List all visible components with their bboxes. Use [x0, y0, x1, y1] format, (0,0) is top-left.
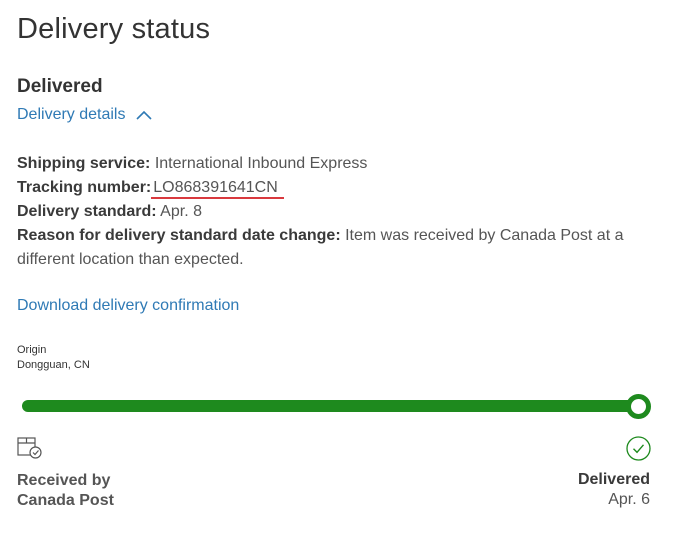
- chevron-up-icon: [136, 110, 153, 120]
- shipping-service-value: International Inbound Express: [154, 155, 368, 172]
- received-by-label: Received by Canada Post: [17, 472, 114, 509]
- reason-label: Reason for delivery standard date change…: [17, 227, 341, 244]
- delivery-details-panel: Shipping service: International Inbound …: [17, 152, 657, 272]
- delivery-details-toggle[interactable]: Delivery details: [17, 106, 153, 124]
- origin-value: Dongguan, CN: [17, 359, 90, 371]
- delivery-details-toggle-label: Delivery details: [17, 106, 126, 123]
- download-delivery-confirmation-link[interactable]: Download delivery confirmation: [17, 297, 239, 315]
- reason-row: Reason for delivery standard date change…: [17, 224, 657, 272]
- package-received-icon: [17, 437, 42, 459]
- progress-bar: [22, 400, 636, 412]
- tracking-number-value[interactable]: LO868391641CN: [151, 178, 284, 199]
- shipping-service-label: Shipping service:: [17, 155, 151, 172]
- delivered-label: Delivered: [577, 471, 650, 488]
- origin-label: Origin: [17, 344, 47, 356]
- delivery-standard-label: Delivery standard:: [17, 203, 157, 220]
- shipping-service-row: Shipping service: International Inbound …: [17, 152, 657, 176]
- progress-end-marker: [626, 394, 651, 419]
- tracking-number-row: Tracking number: LO868391641CN: [17, 176, 657, 200]
- delivered-date: Apr. 6: [608, 491, 650, 508]
- delivery-standard-value: Apr. 8: [160, 203, 202, 220]
- delivery-standard-row: Delivery standard: Apr. 8: [17, 200, 657, 224]
- status-heading: Delivered: [17, 76, 103, 97]
- check-circle-icon: [626, 436, 651, 461]
- tracking-number-label: Tracking number:: [17, 179, 152, 196]
- page-title: Delivery status: [17, 13, 211, 45]
